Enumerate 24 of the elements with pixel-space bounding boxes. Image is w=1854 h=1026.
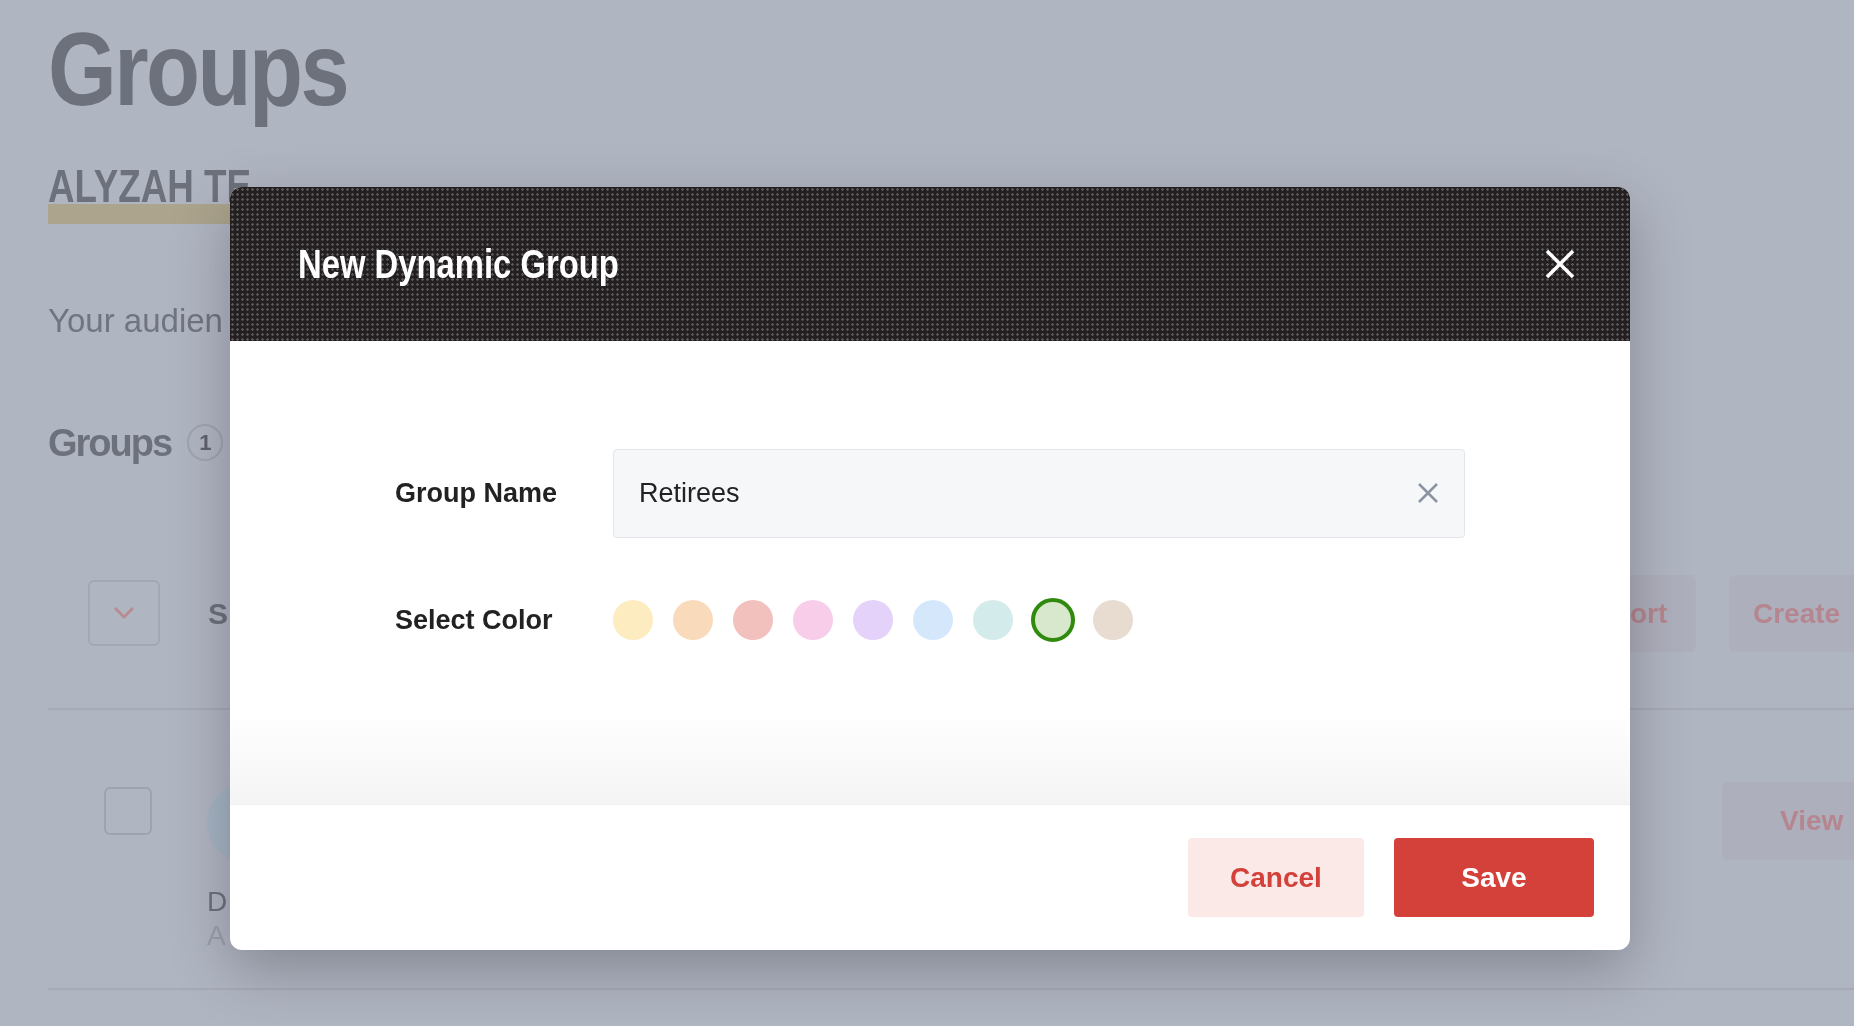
count-badge: 1 <box>187 424 224 461</box>
color-swatch[interactable] <box>793 600 833 640</box>
dialog-title: New Dynamic Group <box>298 241 619 288</box>
color-label: Select Color <box>395 603 554 637</box>
color-swatch[interactable] <box>973 600 1013 640</box>
color-swatch[interactable] <box>853 600 893 640</box>
chevron-down-icon <box>113 606 135 620</box>
group-name-field[interactable]: Retirees <box>613 449 1465 538</box>
color-swatch[interactable] <box>673 600 713 640</box>
color-swatch[interactable] <box>1031 598 1075 642</box>
color-swatch[interactable] <box>733 600 773 640</box>
close-icon <box>1544 248 1576 280</box>
color-swatch[interactable] <box>913 600 953 640</box>
section-title: Groups <box>48 420 172 466</box>
cancel-button[interactable]: Cancel <box>1188 838 1364 917</box>
expand-button[interactable] <box>88 580 160 646</box>
row-name: D <box>207 885 229 919</box>
toolbar-text: S <box>208 595 228 632</box>
intro-text: Your audien <box>48 301 223 341</box>
color-swatch[interactable] <box>613 600 653 640</box>
color-swatch[interactable] <box>1093 600 1133 640</box>
clear-icon[interactable] <box>1417 482 1439 504</box>
field-label: Group Name <box>395 477 559 511</box>
save-button[interactable]: Save <box>1394 838 1594 917</box>
